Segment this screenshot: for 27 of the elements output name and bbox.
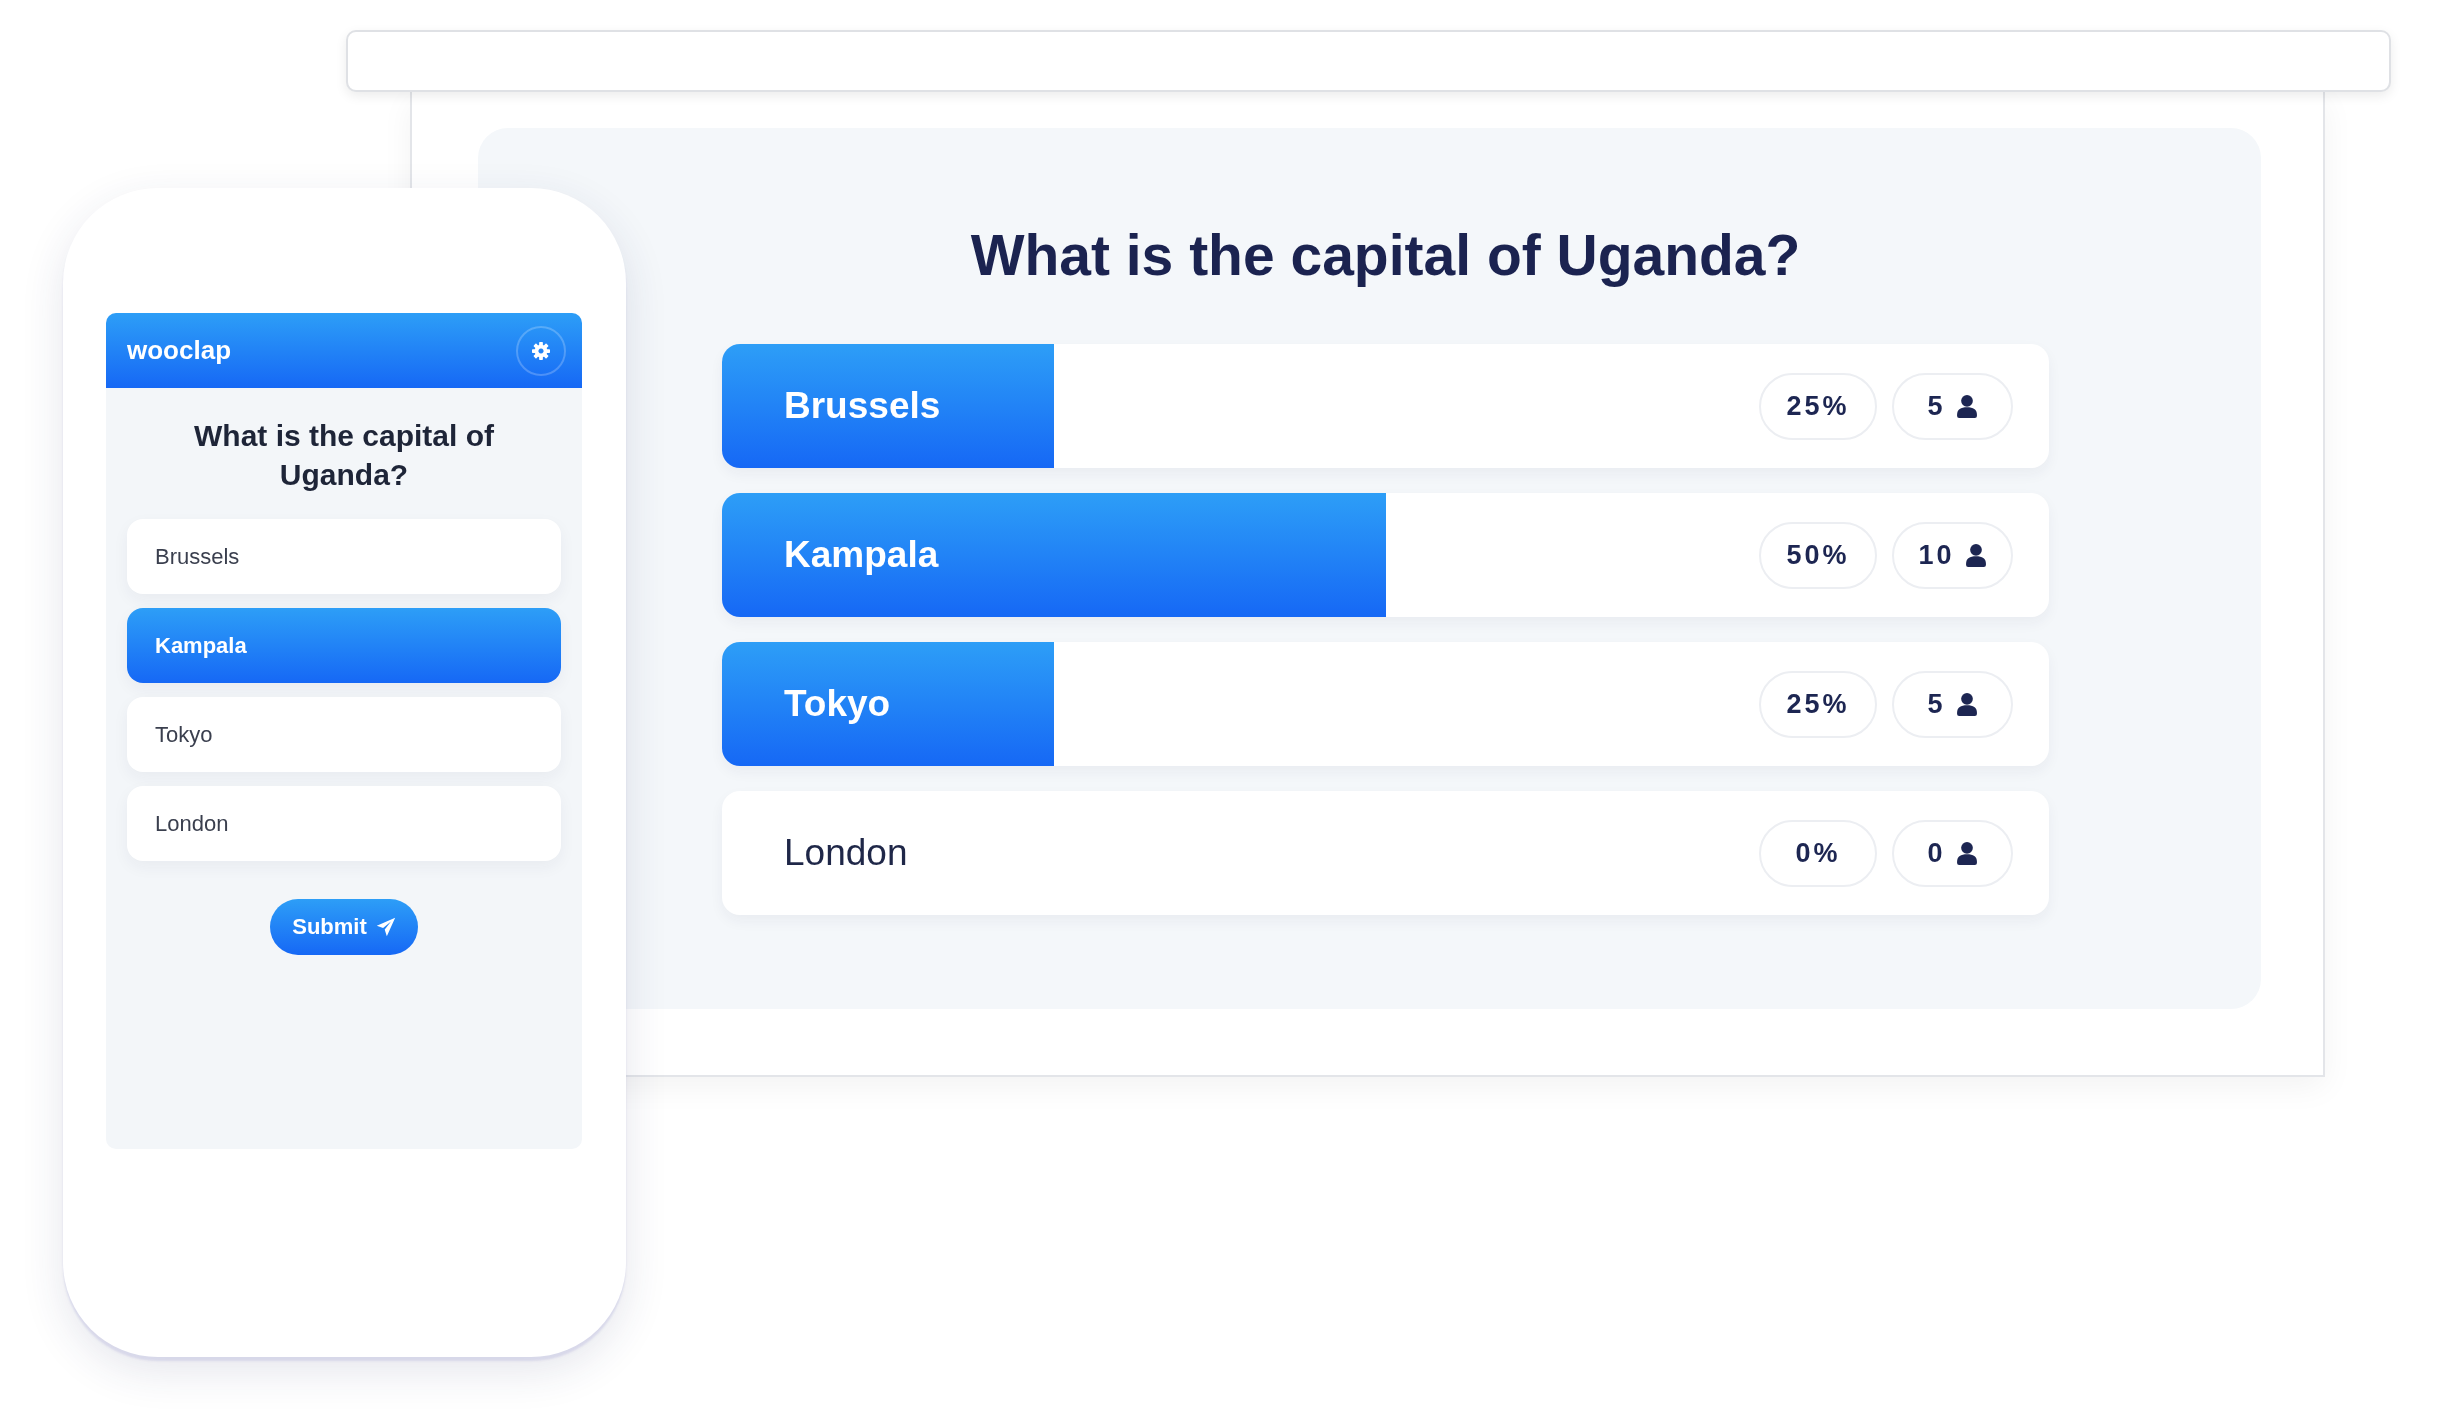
answer-label: Tokyo (784, 683, 891, 725)
settings-button[interactable] (516, 325, 566, 376)
person-icon (1955, 841, 1978, 865)
vote-count: 5 (1927, 390, 1946, 422)
percent-pill: 50% (1759, 521, 1877, 589)
answer-label: Kampala (784, 534, 939, 576)
submit-button[interactable]: Submit (270, 899, 418, 955)
percent-pill: 25% (1759, 670, 1877, 738)
percent-pill: 25% (1759, 372, 1877, 440)
question-title: What is the capital of Uganda? (969, 222, 1802, 289)
paper-plane-icon (375, 917, 396, 937)
person-icon (1955, 692, 1978, 716)
answer-option[interactable]: Brussels (127, 519, 561, 594)
answer-option[interactable]: London (127, 786, 561, 861)
vote-count: 5 (1927, 688, 1946, 720)
answer-label: London (784, 832, 908, 874)
question-text: What is the capital of Uganda? (193, 418, 495, 493)
answer-label: Brussels (784, 385, 941, 427)
gear-icon (532, 341, 550, 360)
vote-count: 10 (1918, 539, 1955, 571)
vote-count: 0 (1927, 837, 1946, 869)
app-logo-text: wooclap (127, 335, 231, 366)
person-icon (1955, 394, 1978, 418)
answer-option[interactable]: Kampala (127, 608, 561, 683)
percent-pill: 0% (1759, 819, 1877, 887)
answer-option[interactable]: Tokyo (127, 697, 561, 772)
person-icon (1964, 543, 1987, 567)
